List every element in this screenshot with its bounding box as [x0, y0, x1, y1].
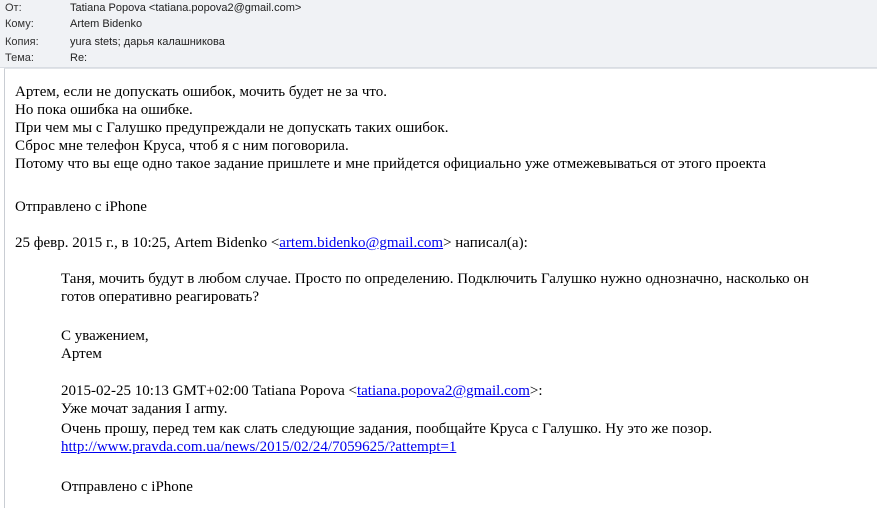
- cc-label: Копия:: [5, 36, 39, 48]
- header-from-row: От: Tatiana Popova <tatiana.popova2@gmai…: [0, 0, 877, 16]
- email-reading-pane: От: Tatiana Popova <tatiana.popova2@gmai…: [0, 0, 877, 508]
- signature-1: Отправлено с iPhone: [15, 199, 147, 215]
- message-header: От: Tatiana Popova <tatiana.popova2@gmai…: [0, 0, 877, 68]
- quote-header-1-email-link[interactable]: artem.bidenko@gmail.com: [279, 235, 443, 251]
- quote-header-2-email-link[interactable]: tatiana.popova2@gmail.com: [357, 383, 530, 399]
- quote-1-regards-name: Артем: [61, 346, 102, 362]
- quote-header-2-prefix: 2015-02-25 10:13 GMT+02:00 Tatiana Popov…: [61, 383, 357, 399]
- quote-2-line-1: Уже мочат задания I army.: [61, 401, 228, 417]
- body-line-1: Артем, если не допускать ошибок, мочить …: [15, 84, 387, 100]
- quote-header-1-suffix: > написал(а):: [443, 235, 528, 251]
- quote-1-line-1: Таня, мочить будут в любом случае. Прост…: [61, 271, 809, 287]
- header-subject-row: Тема: Re:: [0, 50, 877, 66]
- to-value[interactable]: Artem Bidenko: [70, 16, 142, 32]
- quote-header-2-suffix: >:: [529, 383, 543, 399]
- subject-value: Re:: [70, 52, 88, 64]
- subject-label: Тема:: [5, 52, 34, 64]
- quote-header-2: 2015-02-25 10:13 GMT+02:00 Tatiana Popov…: [61, 382, 543, 400]
- pravda-article-link[interactable]: http://www.pravda.com.ua/news/2015/02/24…: [61, 439, 456, 455]
- quote-2-line-2: Очень прошу, перед тем как слать следующ…: [61, 421, 713, 437]
- quote-1-regards: С уважением,: [61, 328, 149, 344]
- quote-2-link-line: http://www.pravda.com.ua/news/2015/02/24…: [61, 438, 456, 456]
- message-body: Артем, если не допускать ошибок, мочить …: [4, 68, 877, 508]
- header-cc-row: Копия: yura stets; дарья калашникова: [0, 34, 877, 50]
- to-label: Кому:: [5, 18, 34, 30]
- header-to-row: Кому: Artem Bidenko: [0, 16, 877, 32]
- quote-1-line-2: готов оперативно реагировать?: [61, 289, 260, 305]
- from-label: От:: [5, 2, 22, 14]
- quote-header-1: 25 февр. 2015 г., в 10:25, Artem Bidenko…: [15, 234, 528, 252]
- cc-value[interactable]: yura stets; дарья калашникова: [70, 34, 225, 50]
- body-line-2: Но пока ошибка на ошибке.: [15, 102, 193, 118]
- body-line-3: При чем мы с Галушко предупреждали не до…: [15, 120, 449, 136]
- body-line-4: Сброс мне телефон Круса, чтоб я с ним по…: [15, 138, 349, 154]
- body-line-5: Потому что вы еще одно такое задание при…: [15, 156, 766, 172]
- quote-header-1-prefix: 25 февр. 2015 г., в 10:25, Artem Bidenko…: [15, 235, 280, 251]
- signature-2: Отправлено с iPhone: [61, 479, 193, 495]
- from-value[interactable]: Tatiana Popova <tatiana.popova2@gmail.co…: [70, 0, 301, 16]
